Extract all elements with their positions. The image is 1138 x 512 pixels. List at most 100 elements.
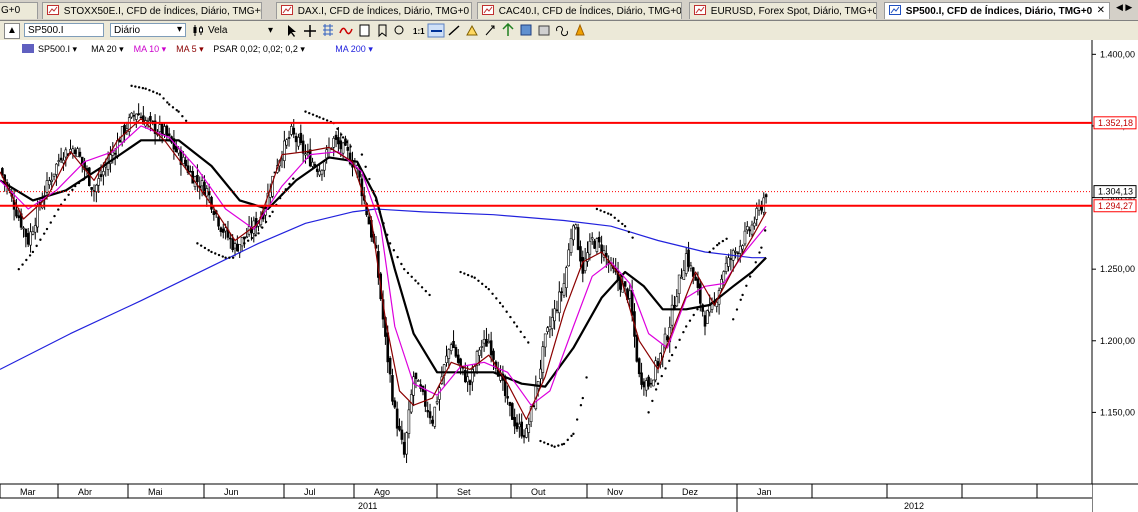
candle-body	[724, 262, 728, 272]
candle-body	[236, 243, 239, 252]
candle-body	[454, 347, 458, 357]
psar-dot	[487, 288, 490, 291]
candle-body	[407, 409, 411, 434]
candle-body	[435, 401, 439, 404]
candle-body	[130, 112, 133, 118]
candle-body	[111, 151, 115, 156]
save-icon[interactable]	[520, 24, 532, 36]
arrows-icon[interactable]	[485, 25, 495, 36]
candle-body	[26, 233, 30, 245]
draw-icon[interactable]	[448, 25, 460, 36]
psar-dot	[386, 233, 389, 236]
crosshair-icon[interactable]	[304, 25, 316, 37]
compare-icon[interactable]	[538, 25, 550, 36]
psar-dot	[35, 244, 38, 248]
candle-body	[332, 137, 336, 148]
line-icon[interactable]	[427, 23, 445, 38]
tab-label: STOXX50E.I, CFD de Índices, Diário, TMG+…	[63, 6, 262, 17]
psar-dot	[155, 92, 159, 95]
psar-dot	[750, 270, 754, 274]
psar-dot	[708, 250, 711, 254]
psar-dot	[717, 242, 721, 245]
alert-icon[interactable]	[575, 23, 585, 36]
psar-dot	[184, 119, 188, 122]
link-icon[interactable]	[556, 25, 568, 37]
psar-dot	[527, 341, 530, 344]
wave-icon[interactable]	[339, 27, 353, 35]
close-icon[interactable]: ✕	[1097, 5, 1105, 16]
glyph	[575, 23, 585, 36]
candle-body	[391, 375, 394, 402]
candle-body	[36, 205, 39, 228]
tab-stoxx50e[interactable]: STOXX50E.I, CFD de Índices, Diário, TMG+…	[42, 2, 262, 19]
psar-dot	[546, 442, 550, 446]
tab-dax[interactable]: DAX.I, CFD de Índices, Diário, TMG+0	[276, 2, 472, 19]
zoom-icon[interactable]	[394, 25, 404, 35]
candle-body	[177, 148, 180, 154]
psar-dot	[162, 97, 165, 100]
candle-body	[62, 159, 65, 164]
chart-icon	[281, 5, 293, 15]
candle-body	[492, 350, 495, 360]
candle-body	[48, 180, 51, 186]
chart-type-select[interactable]: Vela	[208, 24, 276, 38]
psar-dot	[498, 301, 502, 305]
psar-dot	[414, 279, 417, 282]
tab-partial[interactable]: G+0	[0, 2, 38, 19]
scale-icon[interactable]	[502, 23, 514, 36]
year-label: 2011	[358, 501, 377, 511]
psar-dot	[470, 275, 474, 278]
psar-dot	[81, 178, 84, 182]
candle-body	[388, 357, 392, 375]
psar-dot	[463, 272, 466, 275]
period-select[interactable]: Diário	[110, 23, 186, 37]
psar-dot	[308, 111, 311, 115]
tab-eurusd[interactable]: EURUSD, Forex Spot, Diário, TMG+0	[689, 2, 877, 19]
year-label: 2012	[904, 501, 924, 511]
candle-body	[45, 180, 49, 193]
tab-sp500[interactable]: SP500.I, CFD de Índices, Diário, TMG+0 ✕	[884, 2, 1110, 19]
grid-icon[interactable]	[323, 24, 333, 36]
psar-dot	[28, 254, 32, 257]
chart-toolbar: ▲ SP500.I Diário Vela 1:1	[0, 21, 1138, 41]
collapse-icon[interactable]: ▲	[4, 23, 20, 39]
candle-icon[interactable]	[192, 24, 206, 38]
psar-dot	[550, 444, 553, 447]
candle-body	[240, 236, 244, 247]
psar-dot	[325, 119, 329, 122]
candle-body	[675, 296, 679, 307]
cursor-icon[interactable]	[288, 25, 296, 37]
psar-dot	[581, 396, 584, 400]
object-icon[interactable]	[466, 24, 478, 36]
symbol-input[interactable]: SP500.I	[24, 23, 104, 37]
candle-body	[510, 403, 514, 420]
tab-scroll-arrows[interactable]: ◀ ▶	[1116, 2, 1138, 18]
candle-body	[562, 283, 566, 296]
y-tick-label: 1.400,00	[1100, 49, 1135, 59]
candle-body	[452, 340, 455, 349]
tab-cac40[interactable]: CAC40.I, CFD de Índices, Diário, TMG+0	[477, 2, 682, 19]
price-chart[interactable]: SP500.I ▾ MA 20 ▾ MA 10 ▾ MA 5 ▾ PSAR 0,02; …	[0, 40, 1138, 512]
candle-body	[95, 184, 98, 193]
glyph	[556, 25, 568, 37]
candle-body	[120, 126, 124, 143]
psar-dot	[177, 110, 180, 113]
candle-body	[579, 246, 582, 262]
psar-dot	[562, 442, 566, 446]
psar-dot	[63, 198, 67, 201]
candle-body	[24, 228, 28, 237]
candle-body	[506, 396, 509, 399]
ratio-icon[interactable]: 1:1	[413, 27, 425, 36]
psar-dot	[417, 282, 420, 285]
glyph	[520, 24, 532, 36]
y-tick-label: 1.250,00	[1100, 264, 1135, 274]
info-icon[interactable]	[359, 24, 370, 37]
bookmark-icon[interactable]	[378, 24, 387, 38]
psar-dot	[196, 242, 199, 245]
candle-body	[449, 344, 453, 352]
psar-dot	[77, 181, 81, 185]
candle-body	[280, 158, 284, 161]
psar-dot	[491, 292, 494, 295]
psar-dot	[130, 84, 133, 88]
candle-body	[412, 376, 415, 396]
